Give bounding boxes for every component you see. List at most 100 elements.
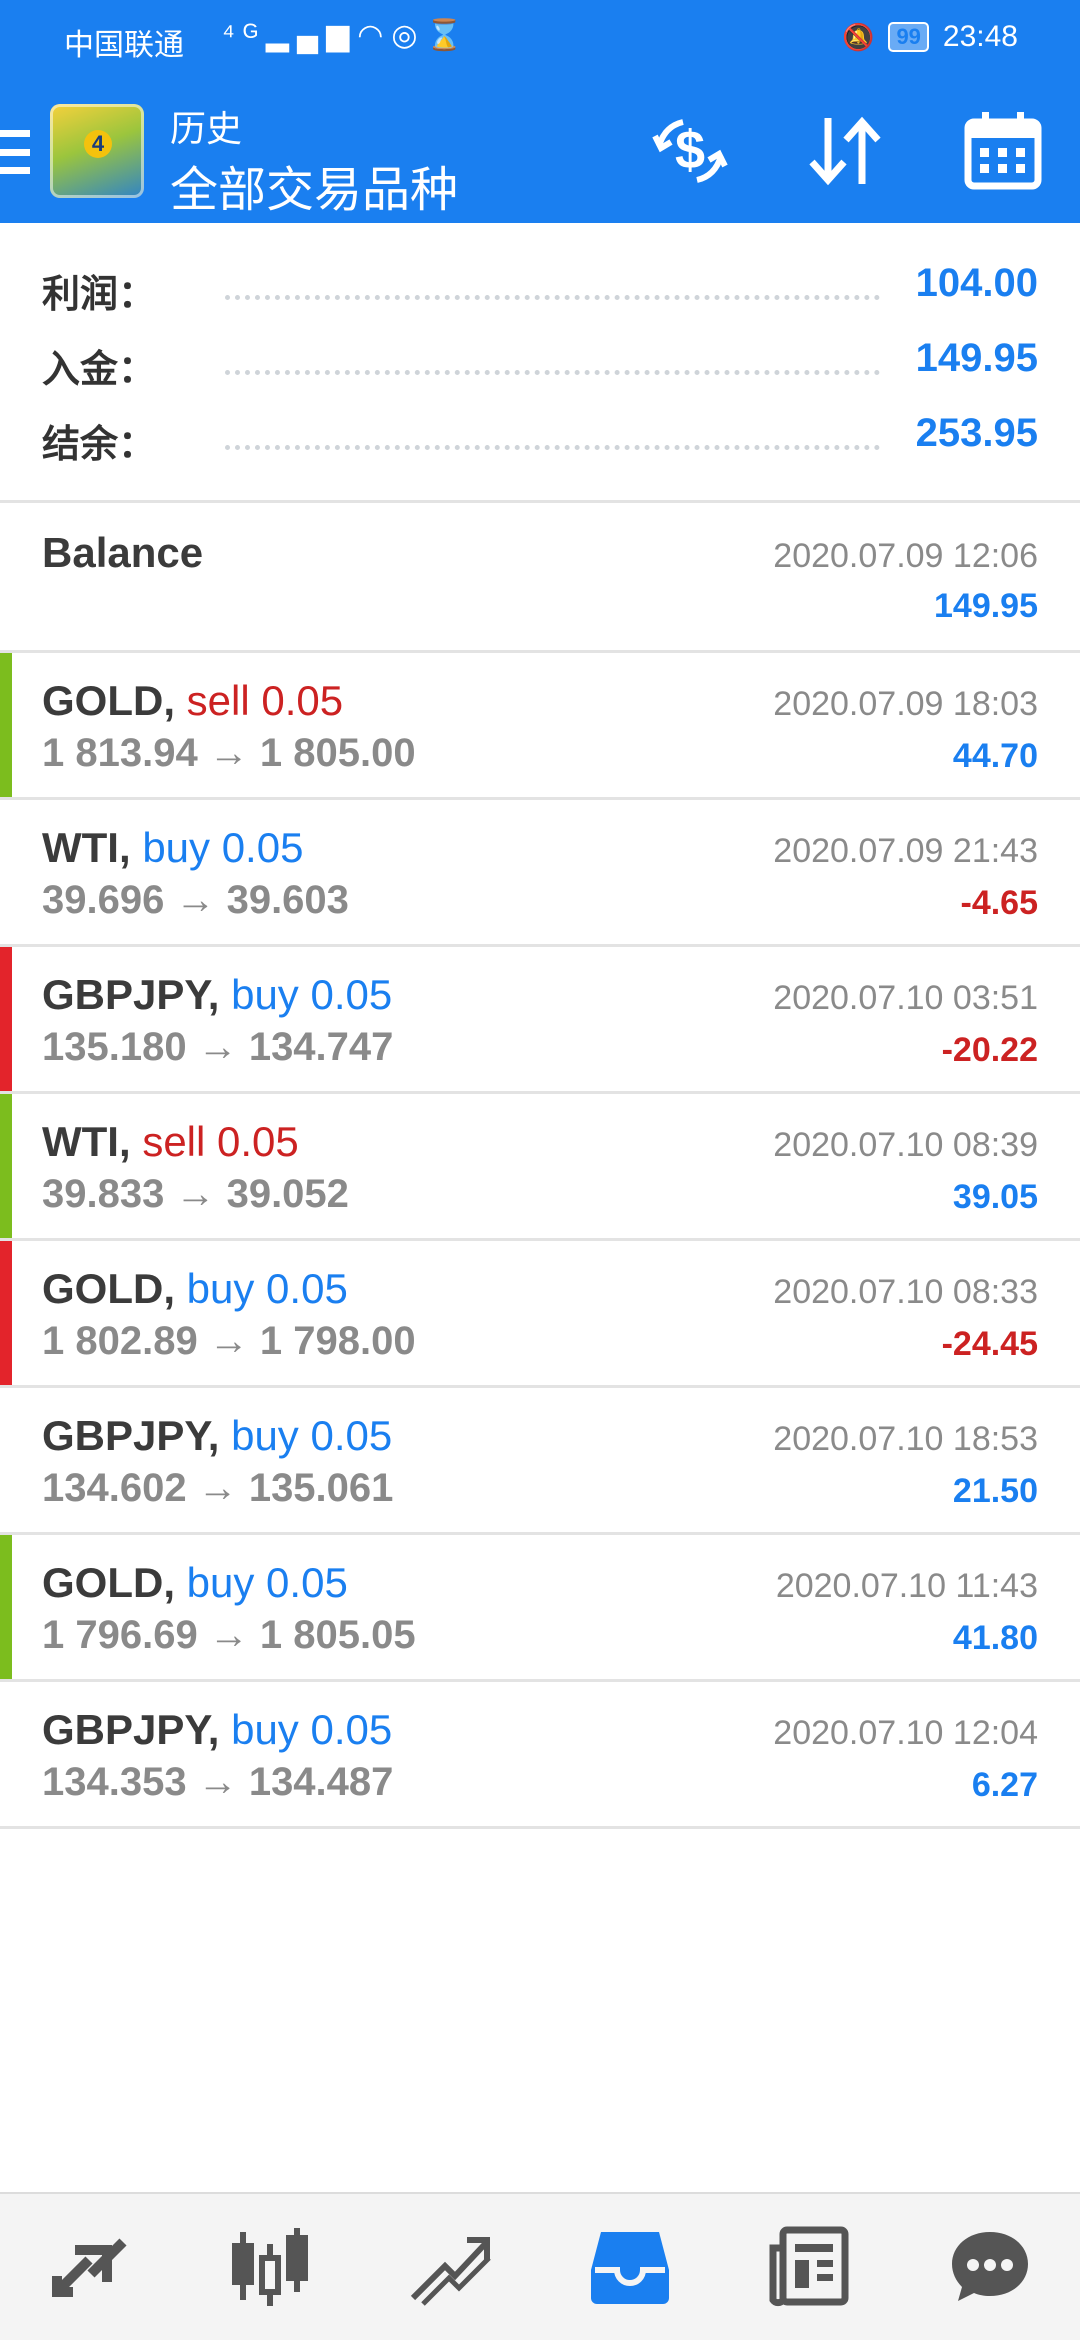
trade-side: sell 0.05 (142, 1118, 299, 1165)
row-datetime: 2020.07.09 21:43 (773, 832, 1038, 870)
status-right: 🔕 99 23:48 (842, 20, 1018, 54)
menu-icon[interactable] (0, 130, 30, 174)
trade-symbol: WTI, sell 0.05 (42, 1118, 299, 1165)
trade-symbol: GBPJPY, buy 0.05 (42, 1706, 393, 1753)
trade-prices: 134.353 → 134.487 (42, 1760, 394, 1804)
summary-panel: 利润： 104.00 入金： 149.95 结余： 253.95 (0, 253, 1080, 478)
trade-strip (0, 947, 12, 1091)
trade-row[interactable]: GBPJPY, buy 0.05 134.353 → 134.487 2020.… (0, 1682, 1080, 1829)
nav-chart[interactable] (180, 2194, 360, 2340)
summary-label: 结余： (42, 424, 157, 466)
trade-strip (0, 653, 12, 797)
bell-off-icon: 🔕 (842, 21, 875, 52)
trade-symbol: GOLD, buy 0.05 (42, 1265, 348, 1312)
trade-profit: 39.05 (952, 1178, 1038, 1216)
bottom-nav (0, 2192, 1080, 2340)
summary-value: 104.00 (915, 261, 1038, 305)
row-datetime: 2020.07.09 12:06 (773, 537, 1038, 575)
network-icons: ⁴ᴳ▂▄▆◠◎⌛ (222, 18, 471, 53)
dotted-leader (225, 370, 880, 375)
svg-text:$: $ (675, 120, 705, 180)
dotted-leader (225, 295, 880, 300)
summary-balance: 结余： 253.95 (0, 403, 1080, 478)
battery-icon: 99 (888, 22, 929, 52)
page-title: 历史 (170, 108, 243, 149)
trade-strip (0, 1535, 12, 1679)
nav-trade[interactable] (360, 2194, 540, 2340)
balance-filter-icon[interactable]: $ (645, 106, 735, 196)
trade-side: buy 0.05 (231, 1412, 393, 1459)
trade-icon (410, 2237, 491, 2306)
row-datetime: 2020.07.10 18:53 (773, 1420, 1038, 1458)
sync-icon: ◎ (391, 19, 426, 52)
nav-history[interactable] (540, 2194, 720, 2340)
sort-icon[interactable] (800, 106, 890, 196)
trade-prices: 39.696 → 39.603 (42, 878, 349, 922)
trade-side: buy 0.05 (231, 1706, 393, 1753)
summary-deposit: 入金： 149.95 (0, 328, 1080, 403)
trade-prices: 1 796.69 → 1 805.05 (42, 1613, 416, 1657)
trade-symbol: GBPJPY, buy 0.05 (42, 1412, 393, 1459)
trade-profit: -24.45 (941, 1325, 1038, 1363)
trade-strip (0, 1241, 12, 1385)
summary-value: 253.95 (915, 411, 1038, 455)
trade-profit: 6.27 (971, 1766, 1038, 1804)
trade-row[interactable]: GOLD, sell 0.05 1 813.94 → 1 805.00 2020… (0, 653, 1080, 800)
summary-label: 入金： (42, 349, 157, 391)
trade-symbol: GBPJPY, buy 0.05 (42, 971, 393, 1018)
news-icon (769, 2226, 849, 2307)
trade-prices: 39.833 → 39.052 (42, 1172, 349, 1216)
row-datetime: 2020.07.10 11:43 (775, 1567, 1038, 1605)
app-bar: 4 历史 全部交易品种 $ (0, 80, 1080, 223)
dotted-leader (225, 445, 880, 450)
balance-label: Balance (42, 529, 204, 576)
trade-row[interactable]: WTI, sell 0.05 39.833 → 39.052 2020.07.1… (0, 1094, 1080, 1241)
trade-side: buy 0.05 (186, 1265, 348, 1312)
trade-prices: 1 802.89 → 1 798.00 (42, 1319, 416, 1363)
trade-symbol: GOLD, buy 0.05 (42, 1559, 348, 1606)
row-datetime: 2020.07.09 18:03 (773, 685, 1038, 723)
trade-side: buy 0.05 (142, 824, 304, 871)
history-icon (591, 2232, 669, 2304)
trade-row[interactable]: GOLD, buy 0.05 1 802.89 → 1 798.00 2020.… (0, 1241, 1080, 1388)
row-amount: 149.95 (934, 587, 1038, 625)
chat-icon (952, 2232, 1028, 2301)
nav-quotes[interactable] (0, 2194, 180, 2340)
chart-icon (232, 2228, 308, 2306)
clock: 23:48 (942, 20, 1018, 53)
row-datetime: 2020.07.10 08:33 (773, 1273, 1038, 1311)
carrier-name: 中国联通 (64, 29, 184, 62)
trade-side: buy 0.05 (186, 1559, 348, 1606)
nav-news[interactable] (720, 2194, 900, 2340)
trade-profit: -20.22 (941, 1031, 1038, 1069)
trade-profit: -4.65 (960, 884, 1039, 922)
signal-icon: ▂▄▆ (265, 19, 358, 52)
trade-profit: 41.80 (952, 1619, 1038, 1657)
history-list: Balance 2020.07.09 12:06 149.95 GOLD, se… (0, 503, 1080, 1829)
trade-profit: 21.50 (952, 1472, 1038, 1510)
trade-row[interactable]: GOLD, buy 0.05 1 796.69 → 1 805.05 2020.… (0, 1535, 1080, 1682)
wifi-icon: ◠ (357, 19, 392, 52)
row-datetime: 2020.07.10 12:04 (773, 1714, 1038, 1752)
trade-side: buy 0.05 (231, 971, 393, 1018)
header: 中国联通 ⁴ᴳ▂▄▆◠◎⌛ 🔕 99 23:48 4 历史 全部交易品种 $ (0, 0, 1080, 223)
trade-row[interactable]: GBPJPY, buy 0.05 135.180 → 134.747 2020.… (0, 947, 1080, 1094)
trade-profit: 44.70 (952, 737, 1038, 775)
app-logo-icon: 4 (50, 104, 144, 198)
symbol-filter[interactable]: 全部交易品种 (170, 150, 458, 220)
summary-profit: 利润： 104.00 (0, 253, 1080, 328)
balance-row[interactable]: Balance 2020.07.09 12:06 149.95 (0, 503, 1080, 653)
status-bar: 中国联通 ⁴ᴳ▂▄▆◠◎⌛ 🔕 99 23:48 (0, 0, 1080, 80)
calendar-icon[interactable] (958, 106, 1048, 196)
row-datetime: 2020.07.10 03:51 (773, 979, 1038, 1017)
trade-symbol: GOLD, sell 0.05 (42, 677, 344, 724)
hourglass-icon: ⌛ (425, 19, 471, 52)
trade-prices: 1 813.94 → 1 805.00 (42, 731, 416, 775)
row-datetime: 2020.07.10 08:39 (773, 1126, 1038, 1164)
trade-row[interactable]: WTI, buy 0.05 39.696 → 39.603 2020.07.09… (0, 800, 1080, 947)
trade-side: sell 0.05 (186, 677, 344, 724)
nav-chat[interactable] (900, 2194, 1080, 2340)
trade-symbol: WTI, buy 0.05 (42, 824, 304, 871)
trade-row[interactable]: GBPJPY, buy 0.05 134.602 → 135.061 2020.… (0, 1388, 1080, 1535)
network-type: ⁴ᴳ (222, 19, 266, 52)
